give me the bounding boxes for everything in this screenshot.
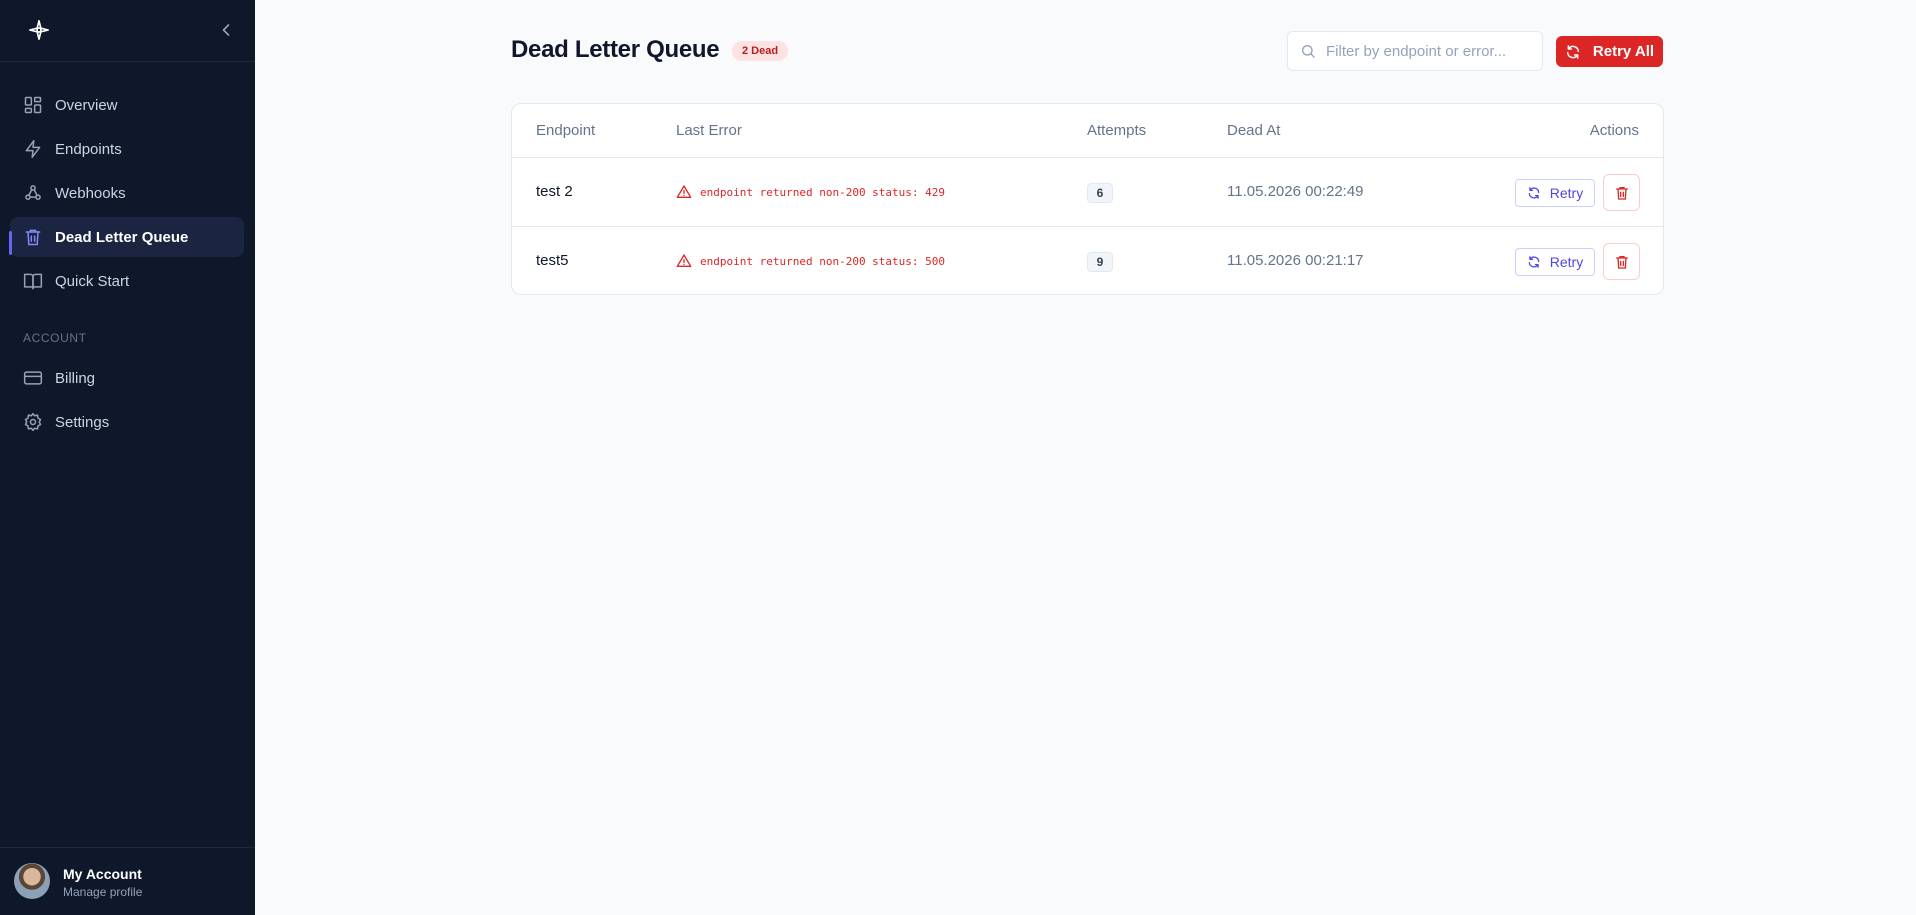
account-nav: Billing Settings xyxy=(10,358,244,446)
account-section-label: ACCOUNT xyxy=(23,331,87,345)
chevron-left-icon[interactable] xyxy=(216,20,236,40)
gear-icon xyxy=(24,412,42,432)
sidebar-item-label: Quick Start xyxy=(55,272,130,290)
sidebar-item-label: Dead Letter Queue xyxy=(55,228,189,246)
column-header-endpoint[interactable]: Endpoint xyxy=(536,122,595,139)
account-subtitle: Manage profile xyxy=(63,885,143,899)
attempts-badge: 6 xyxy=(1087,183,1113,203)
delete-button[interactable] xyxy=(1603,174,1640,211)
error-cell: endpoint returned non-200 status: 500 xyxy=(676,253,945,269)
error-cell: endpoint returned non-200 status: 429 xyxy=(676,184,945,200)
sidebar-item-label: Webhooks xyxy=(55,184,126,202)
bolt-icon xyxy=(25,139,41,159)
search-input[interactable] xyxy=(1326,42,1526,60)
grid-icon xyxy=(24,96,42,114)
sidebar-item-overview[interactable]: Overview xyxy=(10,85,244,125)
refresh-icon xyxy=(1528,256,1540,268)
sidebar-item-label: Settings xyxy=(55,413,110,431)
avatar xyxy=(14,863,50,899)
column-header-last-error[interactable]: Last Error xyxy=(676,122,742,139)
table-row[interactable]: test 2 endpoint returned non-200 status:… xyxy=(512,158,1663,227)
sidebar-item-billing[interactable]: Billing xyxy=(10,358,244,398)
sidebar-item-label: Endpoints xyxy=(55,140,122,158)
trash-icon xyxy=(1615,186,1628,200)
trash-icon xyxy=(25,229,41,246)
endpoint-cell: test 2 xyxy=(536,183,573,200)
retry-button[interactable]: Retry xyxy=(1515,179,1595,207)
main-nav: Overview Endpoints Webhooks Dead Letter … xyxy=(9,85,244,305)
page-title: Dead Letter Queue xyxy=(511,36,720,63)
delete-button[interactable] xyxy=(1603,243,1640,280)
sidebar-item-quick-start[interactable]: Quick Start xyxy=(10,261,244,301)
error-message: endpoint returned non-200 status: 429 xyxy=(700,185,946,199)
book-icon xyxy=(23,273,43,290)
warning-icon xyxy=(676,254,692,267)
sidebar-item-settings[interactable]: Settings xyxy=(10,402,244,442)
trash-icon xyxy=(1615,255,1628,269)
column-header-actions: Actions xyxy=(1589,122,1639,139)
retry-all-button[interactable]: Retry All xyxy=(1556,36,1663,67)
attempts-badge: 9 xyxy=(1087,252,1113,272)
sidebar-item-webhooks[interactable]: Webhooks xyxy=(10,173,244,213)
error-message: endpoint returned non-200 status: 500 xyxy=(700,254,946,268)
refresh-icon xyxy=(1566,44,1579,59)
endpoint-cell: test5 xyxy=(536,252,569,269)
retry-button[interactable]: Retry xyxy=(1515,248,1595,276)
table-row[interactable]: test5 endpoint returned non-200 status: … xyxy=(512,227,1663,294)
account-name: My Account xyxy=(63,866,142,882)
dead-letter-table: Endpoint Last Error Attempts Dead At Act… xyxy=(511,103,1664,295)
sidebar-item-endpoints[interactable]: Endpoints xyxy=(10,129,244,169)
column-header-dead-at[interactable]: Dead At xyxy=(1227,122,1280,139)
compass-star-icon[interactable] xyxy=(28,19,50,41)
profile-link[interactable]: My Account Manage profile xyxy=(0,847,255,915)
sidebar: Overview Endpoints Webhooks Dead Letter … xyxy=(0,0,255,915)
retry-label: Retry xyxy=(1549,185,1584,201)
dead-at-cell: 11.05.2026 00:21:17 xyxy=(1227,252,1364,269)
sidebar-item-label: Billing xyxy=(55,369,96,387)
credit-card-icon xyxy=(23,371,43,385)
table-header: Endpoint Last Error Attempts Dead At Act… xyxy=(512,104,1663,158)
sidebar-header xyxy=(0,0,255,62)
sidebar-item-label: Overview xyxy=(55,96,118,114)
retry-label: Retry xyxy=(1549,254,1584,270)
column-header-attempts[interactable]: Attempts xyxy=(1087,122,1146,139)
retry-all-label: Retry All xyxy=(1592,43,1655,60)
sidebar-item-dead-letter-queue[interactable]: Dead Letter Queue xyxy=(9,217,244,257)
search-icon xyxy=(1302,45,1315,58)
status-badge: 2 Dead xyxy=(732,41,789,61)
search-box[interactable] xyxy=(1287,31,1543,71)
webhook-icon xyxy=(25,185,41,200)
dead-at-cell: 11.05.2026 00:22:49 xyxy=(1227,183,1364,200)
warning-icon xyxy=(676,185,692,198)
refresh-icon xyxy=(1528,187,1540,199)
